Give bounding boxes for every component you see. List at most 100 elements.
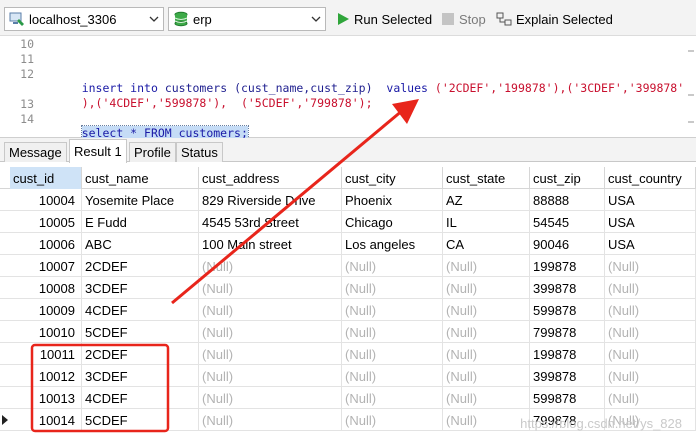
cell-cust-zip[interactable]: 599878: [530, 299, 605, 321]
cell-cust-id[interactable]: 10013: [10, 387, 82, 409]
cell-cust-city[interactable]: (Null): [342, 387, 443, 409]
table-row[interactable]: 10005 E Fudd 4545 53rd Street Chicago IL 5454…: [0, 211, 696, 233]
cell-cust-id[interactable]: 10004: [10, 189, 82, 211]
cell-cust-zip[interactable]: 599878: [530, 387, 605, 409]
cell-cust-state[interactable]: (Null): [443, 277, 530, 299]
column-header-cust-state[interactable]: cust_state: [443, 167, 530, 189]
cell-cust-state[interactable]: IL: [443, 211, 530, 233]
cell-cust-address[interactable]: (Null): [199, 409, 342, 431]
cell-cust-zip[interactable]: 54545: [530, 211, 605, 233]
cell-cust-id[interactable]: 10009: [10, 299, 82, 321]
cell-cust-zip[interactable]: 799878: [530, 321, 605, 343]
cell-cust-id[interactable]: 10010: [10, 321, 82, 343]
chevron-down-icon[interactable]: [145, 8, 163, 30]
cell-cust-name[interactable]: 3CDEF: [82, 277, 199, 299]
column-header-cust-country[interactable]: cust_country: [605, 167, 696, 189]
cell-cust-city[interactable]: (Null): [342, 365, 443, 387]
cell-cust-state[interactable]: (Null): [443, 299, 530, 321]
cell-cust-id[interactable]: 10011: [10, 343, 82, 365]
cell-cust-address[interactable]: (Null): [199, 365, 342, 387]
cell-cust-id[interactable]: 10008: [10, 277, 82, 299]
cell-cust-country[interactable]: (Null): [605, 343, 696, 365]
column-header-cust-address[interactable]: cust_address: [199, 167, 342, 189]
explain-selected-button[interactable]: Explain Selected: [496, 7, 613, 31]
cell-cust-name[interactable]: 5CDEF: [82, 409, 199, 431]
cell-cust-name[interactable]: 2CDEF: [82, 255, 199, 277]
cell-cust-country[interactable]: (Null): [605, 387, 696, 409]
tab-profile[interactable]: Profile: [129, 142, 176, 162]
cell-cust-state[interactable]: (Null): [443, 255, 530, 277]
cell-cust-id[interactable]: 10014: [10, 409, 82, 431]
table-row[interactable]: 10008 3CDEF (Null) (Null) (Null) 399878 (Null): [0, 277, 696, 299]
chevron-down-icon[interactable]: [307, 8, 325, 30]
cell-cust-city[interactable]: Los angeles: [342, 233, 443, 255]
cell-cust-name[interactable]: Yosemite Place: [82, 189, 199, 211]
cell-cust-id[interactable]: 10005: [10, 211, 82, 233]
cell-cust-state[interactable]: (Null): [443, 365, 530, 387]
tab-message[interactable]: Message: [4, 142, 67, 162]
table-row[interactable]: 10010 5CDEF (Null) (Null) (Null) 799878 (Null): [0, 321, 696, 343]
table-row[interactable]: 10013 4CDEF (Null) (Null) (Null) 599878 (Null): [0, 387, 696, 409]
cell-cust-id[interactable]: 10006: [10, 233, 82, 255]
table-row[interactable]: 10007 2CDEF (Null) (Null) (Null) 199878 (Null): [0, 255, 696, 277]
cell-cust-country[interactable]: USA: [605, 233, 696, 255]
cell-cust-name[interactable]: E Fudd: [82, 211, 199, 233]
cell-cust-city[interactable]: (Null): [342, 255, 443, 277]
cell-cust-zip[interactable]: 90046: [530, 233, 605, 255]
cell-cust-name[interactable]: 5CDEF: [82, 321, 199, 343]
cell-cust-city[interactable]: (Null): [342, 343, 443, 365]
cell-cust-country[interactable]: (Null): [605, 255, 696, 277]
connection-select[interactable]: localhost_3306: [4, 7, 164, 31]
tab-status[interactable]: Status: [176, 142, 223, 162]
cell-cust-country[interactable]: (Null): [605, 277, 696, 299]
cell-cust-city[interactable]: (Null): [342, 277, 443, 299]
table-row[interactable]: 10006 ABC 100 Main street Los angeles CA 9004…: [0, 233, 696, 255]
cell-cust-city[interactable]: (Null): [342, 409, 443, 431]
table-row[interactable]: 10011 2CDEF (Null) (Null) (Null) 199878 (Null): [0, 343, 696, 365]
cell-cust-address[interactable]: 100 Main street: [199, 233, 342, 255]
cell-cust-address[interactable]: (Null): [199, 299, 342, 321]
column-header-cust-zip[interactable]: cust_zip: [530, 167, 605, 189]
cell-cust-address[interactable]: (Null): [199, 321, 342, 343]
cell-cust-name[interactable]: 2CDEF: [82, 343, 199, 365]
cell-cust-address[interactable]: (Null): [199, 255, 342, 277]
cell-cust-name[interactable]: 3CDEF: [82, 365, 199, 387]
column-header-cust-id[interactable]: cust_id: [10, 167, 82, 189]
cell-cust-city[interactable]: (Null): [342, 299, 443, 321]
cell-cust-name[interactable]: 4CDEF: [82, 387, 199, 409]
table-row[interactable]: 10012 3CDEF (Null) (Null) (Null) 399878 (Null): [0, 365, 696, 387]
cell-cust-id[interactable]: 10007: [10, 255, 82, 277]
stop-button[interactable]: Stop: [441, 7, 486, 31]
result-grid[interactable]: cust_id cust_name cust_address cust_city cus…: [0, 167, 696, 437]
cell-cust-zip[interactable]: 399878: [530, 365, 605, 387]
cell-cust-zip[interactable]: 88888: [530, 189, 605, 211]
column-header-cust-city[interactable]: cust_city: [342, 167, 443, 189]
editor-scrollbar[interactable]: [686, 36, 696, 137]
cell-cust-country[interactable]: (Null): [605, 321, 696, 343]
database-select[interactable]: erp: [168, 7, 326, 31]
cell-cust-zip[interactable]: 399878: [530, 277, 605, 299]
cell-cust-state[interactable]: (Null): [443, 321, 530, 343]
cell-cust-address[interactable]: 4545 53rd Street: [199, 211, 342, 233]
cell-cust-name[interactable]: 4CDEF: [82, 299, 199, 321]
column-header-cust-name[interactable]: cust_name: [82, 167, 199, 189]
cell-cust-state[interactable]: (Null): [443, 409, 530, 431]
cell-cust-state[interactable]: CA: [443, 233, 530, 255]
cell-cust-country[interactable]: (Null): [605, 365, 696, 387]
cell-cust-state[interactable]: (Null): [443, 387, 530, 409]
cell-cust-city[interactable]: Phoenix: [342, 189, 443, 211]
cell-cust-country[interactable]: (Null): [605, 299, 696, 321]
cell-cust-address[interactable]: (Null): [199, 387, 342, 409]
cell-cust-city[interactable]: Chicago: [342, 211, 443, 233]
cell-cust-state[interactable]: AZ: [443, 189, 530, 211]
cell-cust-city[interactable]: (Null): [342, 321, 443, 343]
cell-cust-country[interactable]: USA: [605, 189, 696, 211]
cell-cust-address[interactable]: (Null): [199, 277, 342, 299]
table-row[interactable]: 10004 Yosemite Place 829 Riverside Drive Ph…: [0, 189, 696, 211]
cell-cust-state[interactable]: (Null): [443, 343, 530, 365]
run-selected-button[interactable]: Run Selected: [336, 7, 432, 31]
tab-result-1[interactable]: Result 1: [69, 139, 127, 163]
cell-cust-zip[interactable]: 199878: [530, 343, 605, 365]
cell-cust-address[interactable]: (Null): [199, 343, 342, 365]
cell-cust-country[interactable]: USA: [605, 211, 696, 233]
